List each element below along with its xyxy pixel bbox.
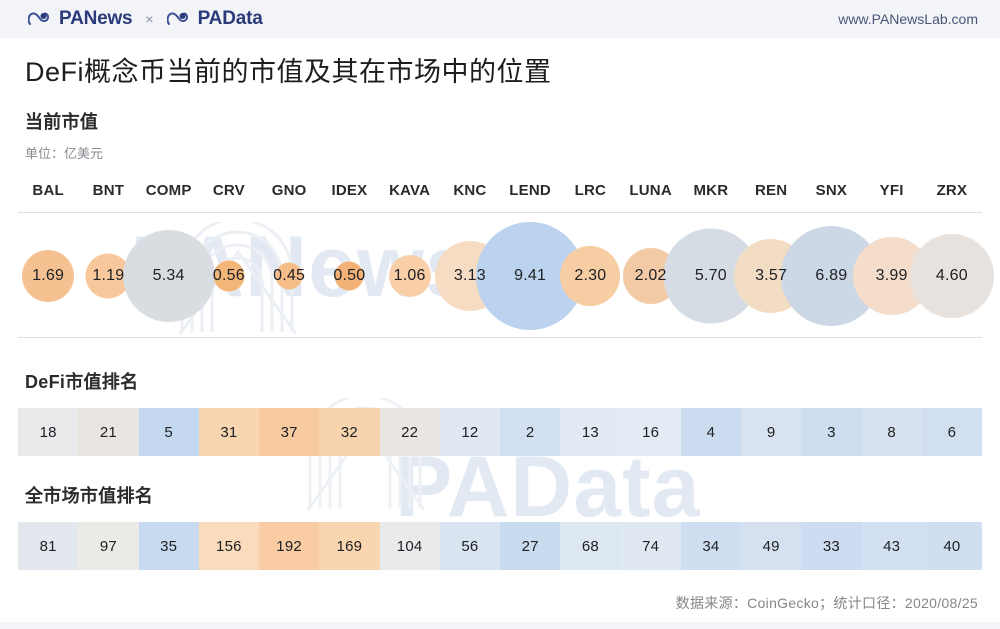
defi-rank-cell-zrx: 6 [921, 408, 982, 456]
defi-rank-cell-idex: 32 [319, 408, 380, 456]
ticker-header-bnt: BNT [92, 182, 125, 199]
defi-rank-cell-mkr: 4 [680, 408, 741, 456]
defi-rank-row: 18 21 5 31 37 32 22 12 2 13 16 4 9 3 8 6 [18, 408, 982, 456]
global-rank-cell-luna: 74 [620, 522, 681, 570]
header-bar: PANews × PAData www.PANewsLab.com [0, 0, 1000, 38]
divider-under-bubbles [18, 337, 982, 338]
ticker-header-crv: CRV [212, 182, 245, 199]
defi-rank-cell-lrc: 13 [560, 408, 621, 456]
defi-rank-cell-ren: 9 [741, 408, 802, 456]
bubble-value-gno: 0.45 [273, 266, 306, 284]
ticker-header-knc: KNC [453, 182, 487, 199]
global-rank-cell-gno: 192 [259, 522, 320, 570]
ticker-header-yfi: YFI [879, 182, 904, 199]
defi-rank-cell-bal: 18 [18, 408, 79, 456]
bubble-cell-crv: 0.56 [199, 218, 259, 333]
bubble-value-ren: 3.57 [755, 266, 788, 284]
bubble-cell-mkr: 5.70 [663, 218, 759, 333]
ticker-header-lrc: LRC [574, 182, 607, 199]
bubble-value-mkr: 5.70 [694, 266, 727, 284]
defi-rank-cell-kava: 22 [379, 408, 440, 456]
market-cap-bubble-chart: 1.69 1.19 5.34 0.56 0.45 0.50 1.06 3.13 9.41 2.30… [18, 218, 994, 333]
ticker-header-idex: IDEX [331, 182, 368, 199]
global-rank-cell-idex: 169 [319, 522, 380, 570]
site-url-label: www.PANewsLab.com [838, 11, 978, 27]
divider-under-tickers [18, 212, 982, 213]
ticker-header-row: BAL BNT COMP CRV GNO IDEX KAVA KNC LEND LRC LUNA MK… [18, 182, 982, 210]
ticker-header-luna: LUNA [629, 182, 672, 199]
bubble-value-yfi: 3.99 [875, 266, 908, 284]
bubble-value-snx: 6.89 [815, 266, 848, 284]
bottom-bar [0, 622, 1000, 629]
global-rank-cell-lend: 27 [500, 522, 561, 570]
ticker-header-bal: BAL [32, 182, 64, 199]
brand-lockup: PANews × PAData [27, 8, 263, 30]
bubble-value-zrx: 4.60 [935, 266, 968, 284]
panews-logo-icon [27, 11, 50, 27]
defi-rank-cell-crv: 31 [198, 408, 259, 456]
bubble-cell-zrx: 4.60 [909, 218, 994, 333]
section-unit-market-cap: 单位：亿美元 [25, 146, 104, 161]
bubble-value-luna: 2.02 [634, 266, 667, 284]
ticker-header-comp: COMP [145, 182, 192, 199]
bubble-value-comp: 5.34 [152, 266, 185, 284]
defi-rank-cell-knc: 12 [439, 408, 500, 456]
bubble-cell-bal: 1.69 [18, 218, 78, 333]
brand-panews-label: PANews [59, 8, 133, 29]
defi-rank-cell-snx: 3 [801, 408, 862, 456]
global-rank-cell-crv: 156 [198, 522, 259, 570]
global-rank-cell-mkr: 34 [680, 522, 741, 570]
ticker-header-zrx: ZRX [936, 182, 968, 199]
global-rank-cell-zrx: 40 [921, 522, 982, 570]
bubble-value-lrc: 2.30 [574, 266, 607, 284]
bubble-cell-comp: 5.34 [122, 218, 215, 333]
global-rank-cell-bnt: 97 [78, 522, 139, 570]
bubble-value-crv: 0.56 [212, 266, 245, 284]
section-label-defi-rank: DeFi市值排名 [25, 372, 139, 392]
defi-rank-cell-yfi: 8 [861, 408, 922, 456]
ticker-header-snx: SNX [815, 182, 848, 199]
ticker-header-ren: REN [754, 182, 788, 199]
section-label-global-rank: 全市场市值排名 [25, 486, 154, 506]
ticker-header-lend: LEND [509, 182, 551, 199]
global-rank-cell-yfi: 43 [861, 522, 922, 570]
bubble-value-bal: 1.69 [32, 266, 65, 284]
global-rank-cell-kava: 104 [379, 522, 440, 570]
bubble-cell-idex: 0.50 [319, 218, 379, 333]
bubble-value-knc: 3.13 [453, 266, 486, 284]
infographic-page: PANews × PAData www.PANewsLab.com DeFi概念… [0, 0, 1000, 629]
bubble-value-idex: 0.50 [333, 266, 366, 284]
ticker-header-gno: GNO [271, 182, 307, 199]
defi-rank-cell-lend: 2 [500, 408, 561, 456]
global-rank-cell-ren: 49 [741, 522, 802, 570]
defi-rank-cell-comp: 5 [138, 408, 199, 456]
padata-logo-icon [166, 11, 189, 27]
source-note: 数据来源：CoinGecko；统计口径：2020/08/25 [675, 595, 978, 611]
global-rank-cell-lrc: 68 [560, 522, 621, 570]
bubble-value-kava: 1.06 [393, 266, 426, 284]
global-rank-cell-snx: 33 [801, 522, 862, 570]
ticker-header-kava: KAVA [389, 182, 431, 199]
defi-rank-cell-luna: 16 [620, 408, 681, 456]
defi-rank-cell-bnt: 21 [78, 408, 139, 456]
bubble-cell-kava: 1.06 [380, 218, 440, 333]
global-rank-row: 81 97 35 156 192 169 104 56 27 68 74 34 49 33 43 40 [18, 522, 982, 570]
bubble-cell-gno: 0.45 [259, 218, 319, 333]
bubble-cell-lend: 9.41 [476, 218, 585, 333]
bubble-value-bnt: 1.19 [92, 266, 125, 284]
ticker-header-mkr: MKR [693, 182, 729, 199]
bubble-value-lend: 9.41 [514, 266, 547, 284]
defi-rank-cell-gno: 37 [259, 408, 320, 456]
brand-separator: × [145, 11, 154, 27]
global-rank-cell-knc: 56 [439, 522, 500, 570]
brand-padata-label: PAData [197, 8, 263, 29]
page-title: DeFi概念币当前的市值及其在市场中的位置 [25, 57, 552, 87]
section-label-market-cap: 当前市值 [25, 112, 99, 132]
bubble-cell-lrc: 2.30 [560, 218, 621, 333]
global-rank-cell-comp: 35 [138, 522, 199, 570]
global-rank-cell-bal: 81 [18, 522, 79, 570]
